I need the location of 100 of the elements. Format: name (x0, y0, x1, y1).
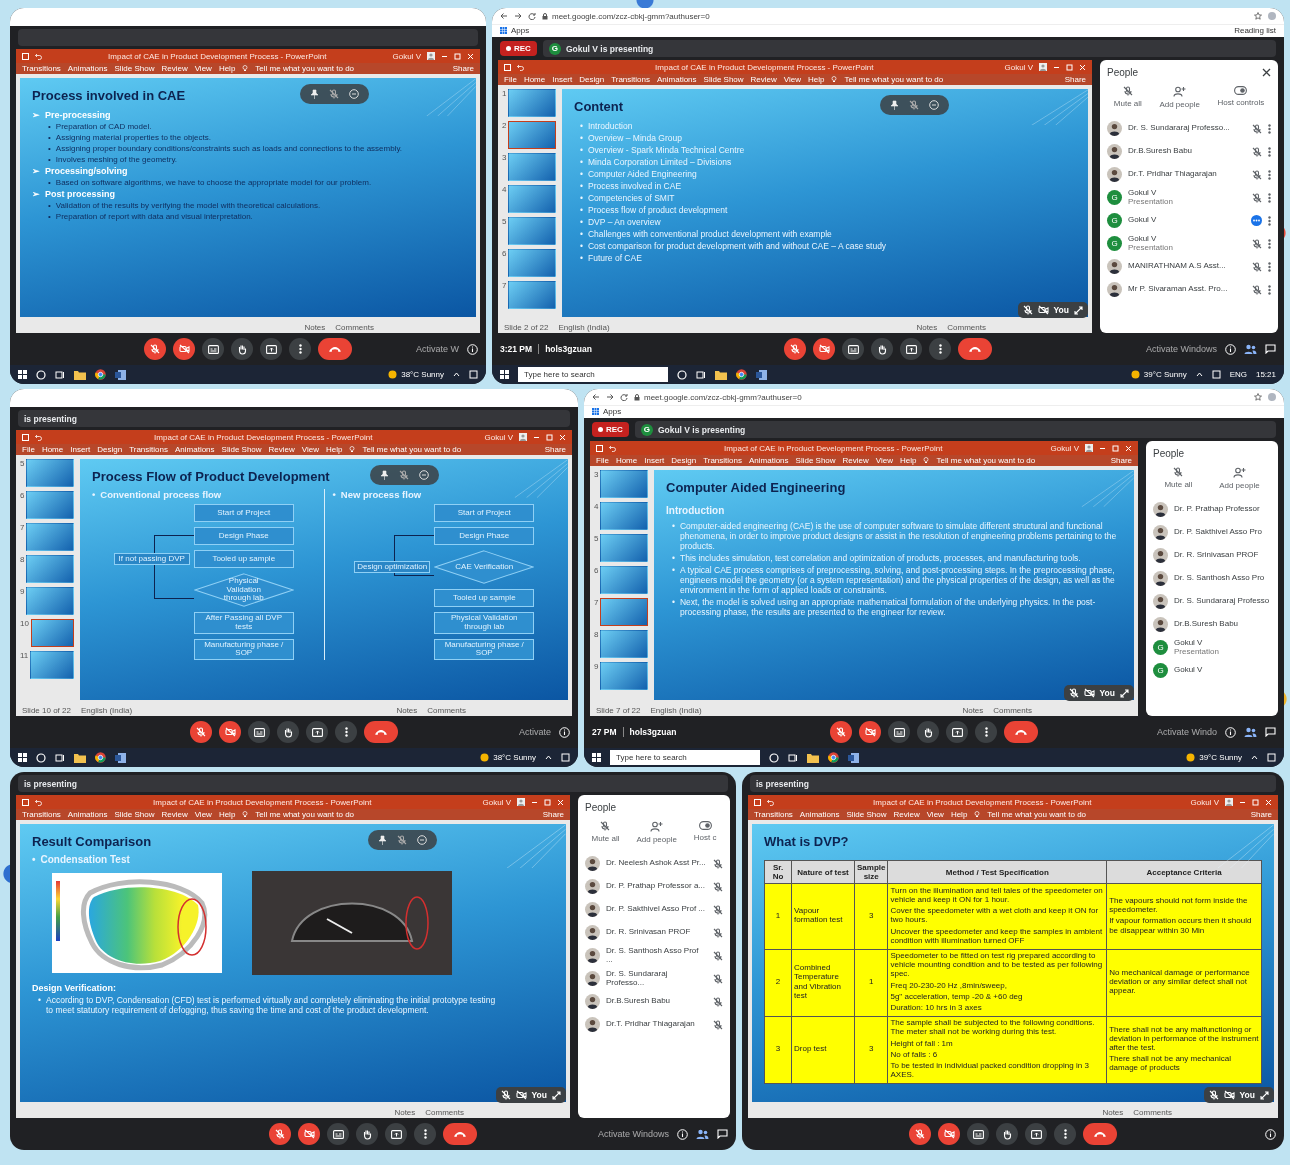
more-icon[interactable] (1268, 215, 1271, 226)
ribbon-tab[interactable]: View (194, 810, 212, 819)
search-field[interactable]: Type here to search (518, 367, 668, 382)
slide-thumbnail[interactable] (600, 598, 648, 626)
ribbon-tab[interactable]: Insert (70, 445, 91, 454)
folder-icon[interactable] (807, 752, 819, 763)
undo-icon[interactable] (767, 798, 774, 806)
slide-thumbnail[interactable] (26, 587, 74, 615)
ribbon-tab[interactable]: Animations (749, 456, 789, 465)
ribbon-tab[interactable]: Review (750, 75, 777, 84)
more-options-button[interactable] (289, 338, 311, 360)
panel-action-button[interactable]: Mute all (1113, 86, 1142, 109)
participant-row[interactable]: G Gokul V (1107, 209, 1271, 232)
minimize-icon[interactable] (348, 89, 359, 99)
people-icon[interactable] (1244, 727, 1257, 737)
expand-icon[interactable] (1120, 688, 1129, 698)
browser-icon[interactable] (828, 752, 839, 763)
caret-icon[interactable] (453, 372, 460, 377)
save-icon[interactable] (22, 798, 29, 806)
participant-row[interactable]: G Gokul V (1153, 659, 1271, 682)
present-button[interactable] (260, 338, 282, 360)
status-button[interactable]: Notes (1102, 1107, 1124, 1117)
more-icon[interactable] (1268, 238, 1271, 249)
reload-icon[interactable] (620, 393, 628, 401)
people-icon[interactable] (696, 1129, 709, 1139)
participant-row[interactable]: MANIRATHNAM A.S Asst... (1107, 255, 1271, 278)
ribbon-tab[interactable]: Slide Show (114, 64, 155, 73)
slide-thumbnail[interactable] (26, 555, 74, 583)
panel-action-button[interactable]: Add people (1219, 467, 1260, 490)
participant-row[interactable]: Dr.B.Suresh Babu (1107, 140, 1271, 163)
maximize-icon[interactable] (454, 52, 461, 60)
ribbon-tab[interactable]: Animations (67, 64, 108, 73)
panel-action-button[interactable]: Host controls (1217, 86, 1265, 109)
folder-icon[interactable] (715, 369, 727, 380)
participant-row[interactable]: Dr. S. Santhosh Asso Pro (1153, 567, 1271, 590)
raise-hand-button[interactable] (996, 1123, 1018, 1145)
slide-thumbnail[interactable] (26, 459, 74, 487)
ribbon-tab[interactable]: Design (97, 445, 123, 454)
windows-start-icon[interactable] (500, 370, 509, 379)
ribbon-tab[interactable]: File (504, 75, 517, 84)
present-button[interactable] (900, 338, 922, 360)
more-icon[interactable] (1268, 284, 1271, 295)
expand-icon[interactable] (1260, 1090, 1269, 1100)
ribbon-tab[interactable]: Design (671, 456, 697, 465)
document-app-icon[interactable] (848, 752, 859, 763)
ribbon-tab[interactable]: Animations (175, 445, 215, 454)
more-options-button[interactable] (975, 721, 997, 743)
expand-icon[interactable] (552, 1090, 561, 1100)
tell-me-search[interactable]: Tell me what you want to do (362, 445, 462, 454)
more-icon[interactable] (1268, 192, 1271, 203)
info-icon[interactable] (467, 343, 478, 355)
pin-icon[interactable] (890, 100, 900, 110)
undo-icon[interactable] (35, 433, 42, 441)
raise-hand-button[interactable] (917, 721, 939, 743)
participant-row[interactable]: Dr. P. Sakthivel Asso Pro (1153, 521, 1271, 544)
participant-row[interactable]: G Gokul V Presentation (1107, 232, 1271, 255)
undo-icon[interactable] (517, 63, 524, 71)
leave-call-button[interactable] (1004, 721, 1038, 743)
panel-action-button[interactable]: Add people (636, 821, 677, 844)
info-icon[interactable] (1225, 343, 1236, 355)
info-icon[interactable] (559, 726, 570, 738)
taskbar-clock[interactable]: 15:21 (1255, 370, 1276, 379)
participant-row[interactable]: G Gokul V Presentation (1107, 186, 1271, 209)
share-button[interactable]: Share (544, 445, 566, 454)
tell-me-search[interactable]: Tell me what you want to do (987, 810, 1087, 819)
star-icon[interactable] (1254, 393, 1262, 401)
tell-me-search[interactable]: Tell me what you want to do (255, 810, 355, 819)
ribbon-tab[interactable]: Help (218, 810, 236, 819)
ribbon-tab[interactable]: Animations (657, 75, 697, 84)
chat-icon[interactable] (717, 1129, 728, 1139)
ribbon-tab[interactable]: Review (893, 810, 920, 819)
expand-icon[interactable] (1074, 305, 1083, 315)
ribbon-tab[interactable]: Home (523, 75, 546, 84)
panel-action-button[interactable]: Host c (693, 821, 717, 844)
camera-button[interactable] (938, 1123, 960, 1145)
ribbon-tab[interactable]: Transitions (754, 810, 793, 819)
raise-hand-button[interactable] (231, 338, 253, 360)
more-options-button[interactable] (1054, 1123, 1076, 1145)
browser-icon[interactable] (95, 752, 106, 763)
folder-icon[interactable] (74, 369, 86, 380)
slide-thumbnail[interactable] (600, 566, 648, 594)
ribbon-tab[interactable]: Home (41, 445, 64, 454)
slide-thumbnail[interactable] (26, 491, 74, 519)
participant-row[interactable]: Dr.T. Pridhar Thiagarajan (585, 1013, 723, 1036)
participant-row[interactable]: Dr. P. Sakthivel Asso Prof ... (585, 898, 723, 921)
task-view-icon[interactable] (55, 752, 65, 763)
pin-icon[interactable] (379, 470, 389, 480)
close-icon[interactable] (1262, 68, 1271, 77)
share-button[interactable]: Share (542, 810, 564, 819)
browser-icon[interactable] (736, 369, 747, 380)
reading-list-link[interactable]: Reading list (1234, 26, 1276, 35)
browser-icon[interactable] (95, 369, 106, 380)
ribbon-tab[interactable]: Insert (552, 75, 573, 84)
slide-thumbnail[interactable] (600, 470, 648, 498)
info-icon[interactable] (677, 1128, 688, 1140)
status-button[interactable]: Comments (335, 322, 374, 332)
slide-thumbnail[interactable] (508, 217, 556, 245)
info-icon[interactable] (1265, 1128, 1276, 1140)
slide-thumbnail[interactable] (508, 281, 556, 309)
raise-hand-button[interactable] (277, 721, 299, 743)
